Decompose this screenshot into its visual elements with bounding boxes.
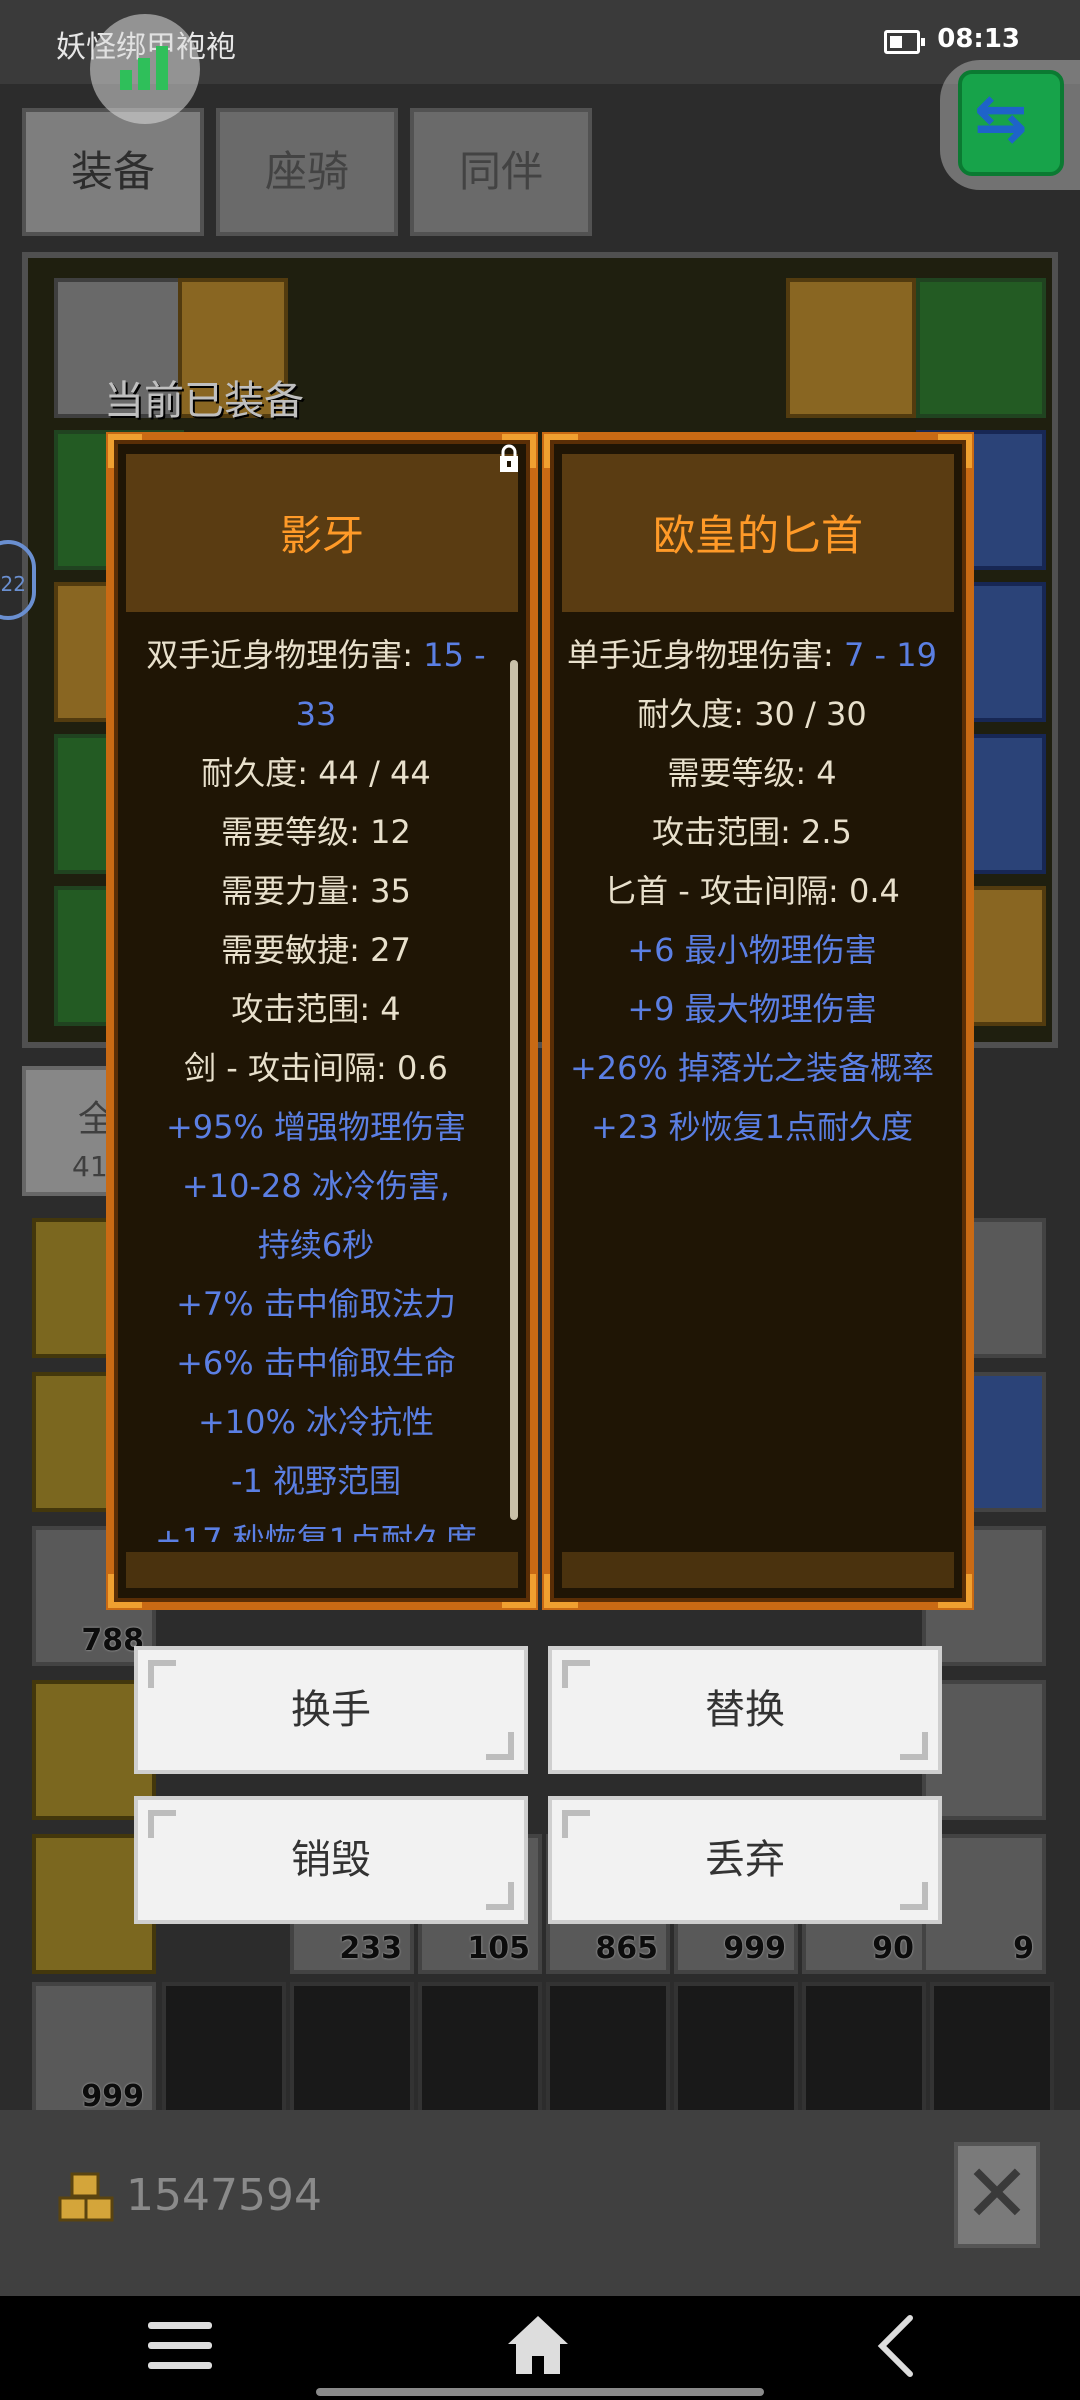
- stat-line: 单手近身物理伤害: 7 - 19: [566, 626, 938, 685]
- stat-text: +7% 击中偷取法力: [176, 1285, 456, 1323]
- discard-button[interactable]: 丢弃: [548, 1796, 942, 1924]
- side-level-badge[interactable]: 22: [0, 540, 36, 620]
- stat-text: +95% 增强物理伤害: [165, 1108, 467, 1146]
- stat-line: 需要等级: 12: [130, 803, 502, 862]
- replace-button[interactable]: 替换: [548, 1646, 942, 1774]
- destroy-button[interactable]: 销毁: [134, 1796, 528, 1924]
- stat-line: +6 最小物理伤害: [566, 921, 938, 980]
- stat-text: 剑 - 攻击间隔: 0.6: [184, 1049, 448, 1087]
- battery-icon: [884, 30, 925, 54]
- back-icon[interactable]: [876, 2314, 916, 2378]
- item-name: 影牙: [279, 511, 364, 560]
- stat-line: 需要力量: 35: [130, 862, 502, 921]
- stat-line: +9 最大物理伤害: [566, 980, 938, 1039]
- stat-value: 7 - 19: [844, 636, 937, 674]
- stat-line: 耐久度: 30 / 30: [566, 685, 938, 744]
- close-icon[interactable]: ✕: [954, 2142, 1040, 2248]
- stat-text: 需要等级: 12: [221, 813, 411, 851]
- stat-text: 耐久度: 30 / 30: [637, 695, 867, 733]
- stat-line: 33: [130, 685, 502, 744]
- stat-text: +10% 冰冷抗性: [197, 1403, 435, 1441]
- stat-line: +10% 冰冷抗性: [130, 1393, 502, 1452]
- stat-value: 33: [295, 695, 337, 733]
- home-indicator[interactable]: [316, 2388, 764, 2396]
- stat-line: +23 秒恢复1点耐久度: [566, 1098, 938, 1157]
- stat-text: 持续6秒: [257, 1226, 375, 1264]
- stat-line: 攻击范围: 2.5: [566, 803, 938, 862]
- stat-line: 需要等级: 4: [566, 744, 938, 803]
- gold-coins-icon: [58, 2172, 114, 2222]
- stat-line: +6% 击中偷取生命: [130, 1334, 502, 1393]
- stat-text: +6% 击中偷取生命: [176, 1344, 456, 1382]
- stat-text: 耐久度: 44 / 44: [201, 754, 431, 792]
- stat-line: +7% 击中偷取法力: [130, 1275, 502, 1334]
- stat-text: -1 视野范围: [230, 1462, 402, 1500]
- stat-line: +95% 增强物理伤害: [130, 1098, 502, 1157]
- stat-text: 单手近身物理伤害:: [567, 636, 844, 674]
- scrollbar[interactable]: [510, 660, 518, 1520]
- stat-line: 攻击范围: 4: [130, 980, 502, 1039]
- status-time: 08:13: [937, 24, 1020, 54]
- stat-text: 攻击范围: 2.5: [652, 813, 852, 851]
- home-icon[interactable]: [504, 2312, 572, 2378]
- stat-value: 15 -: [423, 636, 486, 674]
- item-stats-list: 单手近身物理伤害: 7 - 19 耐久度: 30 / 30 需要等级: 4 攻击范围:…: [566, 626, 938, 1542]
- signal-icon[interactable]: [90, 14, 200, 124]
- item-stats-list[interactable]: 双手近身物理伤害: 15 - 33 耐久度: 44 / 44 需要等级: 12 需要力量…: [130, 626, 502, 1542]
- stat-line: 耐久度: 44 / 44: [130, 744, 502, 803]
- stat-line: 剑 - 攻击间隔: 0.6: [130, 1039, 502, 1098]
- swap-hand-button[interactable]: 换手: [134, 1646, 528, 1774]
- stat-text: 需要力量: 35: [221, 872, 411, 910]
- stat-text: +9 最大物理伤害: [627, 990, 877, 1028]
- stat-text: +10-28 冰冷伤害,: [181, 1167, 451, 1205]
- menu-icon[interactable]: [148, 2318, 212, 2374]
- stat-text: 双手近身物理伤害:: [146, 636, 424, 674]
- stat-text: +23 秒恢复1点耐久度: [590, 1108, 914, 1146]
- stat-line: +26% 掉落光之装备概率: [566, 1039, 938, 1098]
- stat-text: +26% 掉落光之装备概率: [569, 1049, 935, 1087]
- stat-line: -1 视野范围: [130, 1452, 502, 1511]
- stat-text: 攻击范围: 4: [231, 990, 401, 1028]
- swap-icon: ⇆: [958, 70, 1064, 176]
- swap-widget[interactable]: ⇆: [940, 60, 1080, 190]
- tooltip-header: 影牙: [126, 454, 518, 612]
- stat-text: 需要敏捷: 27: [221, 931, 411, 969]
- tooltip-footer: [126, 1552, 518, 1588]
- tooltip-footer: [562, 1552, 954, 1588]
- gold-amount: 1547594: [126, 2170, 322, 2221]
- stat-line: 需要敏捷: 27: [130, 921, 502, 980]
- item-tooltip-equipped: 影牙 双手近身物理伤害: 15 - 33 耐久度: 44 / 44 需要等级: 12 需…: [106, 432, 538, 1610]
- tooltip-header: 欧皇的匕首: [562, 454, 954, 612]
- stat-text: +6 最小物理伤害: [627, 931, 877, 969]
- stat-line: +10-28 冰冷伤害,: [130, 1157, 502, 1216]
- stat-text: 匕首 - 攻击间隔: 0.4: [604, 872, 900, 910]
- stat-line: +17 秒恢复1点耐久度: [130, 1511, 502, 1542]
- stat-line: 持续6秒: [130, 1216, 502, 1275]
- item-name: 欧皇的匕首: [652, 511, 863, 560]
- stat-text: 需要等级: 4: [667, 754, 837, 792]
- item-tooltip-selected: 欧皇的匕首 单手近身物理伤害: 7 - 19 耐久度: 30 / 30 需要等级: …: [542, 432, 974, 1610]
- stat-line: 匕首 - 攻击间隔: 0.4: [566, 862, 938, 921]
- stat-text: +17 秒恢复1点耐久度: [154, 1521, 478, 1542]
- stat-line: 双手近身物理伤害: 15 -: [130, 626, 502, 685]
